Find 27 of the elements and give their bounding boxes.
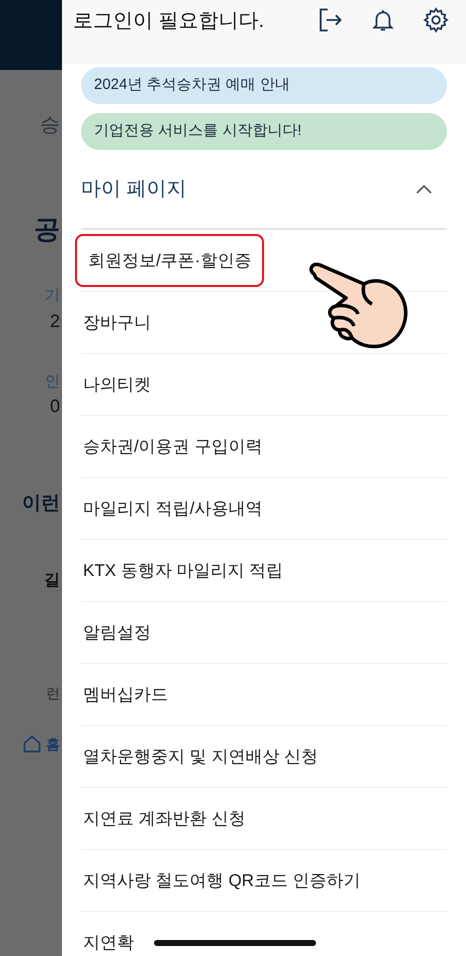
menu-item[interactable]: 나의티켓 [81, 358, 153, 412]
notice-banner[interactable]: 2024년 추석승차권 예매 안내 [81, 67, 447, 104]
background-text: 인 [45, 372, 60, 392]
settings-icon[interactable] [422, 6, 450, 34]
menu-item[interactable]: KTX 동행자 마일리지 적립 [81, 544, 286, 598]
notice-banner[interactable]: 기업전용 서비스를 시작합니다! [81, 113, 447, 150]
menu-item[interactable]: 지역사랑 철도여행 QR코드 인증하기 [81, 854, 363, 908]
menu-item[interactable]: 장바구니 [81, 296, 153, 350]
menu-item[interactable]: 알림설정 [81, 606, 153, 660]
background-text: 승 [40, 113, 60, 138]
menu-item[interactable]: 승차권/이용권 구입이력 [81, 420, 264, 474]
background-text: 2 [50, 310, 60, 332]
background-text: 공 [34, 213, 60, 246]
background-text: 홈 [46, 734, 60, 754]
background-text: 런 [46, 684, 60, 702]
background-text: 0 [50, 395, 60, 418]
menu-item[interactable]: 열차운행중지 및 지연배상 신청 [81, 730, 320, 784]
menu-item[interactable]: 마일리지 적립/사용내역 [81, 482, 264, 536]
background-text: 이런 [22, 492, 60, 516]
menu-item[interactable]: 지연확 [81, 916, 136, 956]
background-text: 기 [45, 286, 60, 306]
menu-item[interactable]: 멤버십카드 [81, 668, 170, 722]
menu-item[interactable]: 지연료 계좌반환 신청 [81, 792, 248, 846]
login-required-text: 로그인이 필요합니다. [73, 9, 264, 34]
my-page-section-header[interactable]: 마이 페이지 [81, 150, 447, 230]
background-text: 길 [44, 570, 60, 590]
menu-item[interactable]: 회원정보/쿠폰·할인증 [75, 234, 264, 288]
